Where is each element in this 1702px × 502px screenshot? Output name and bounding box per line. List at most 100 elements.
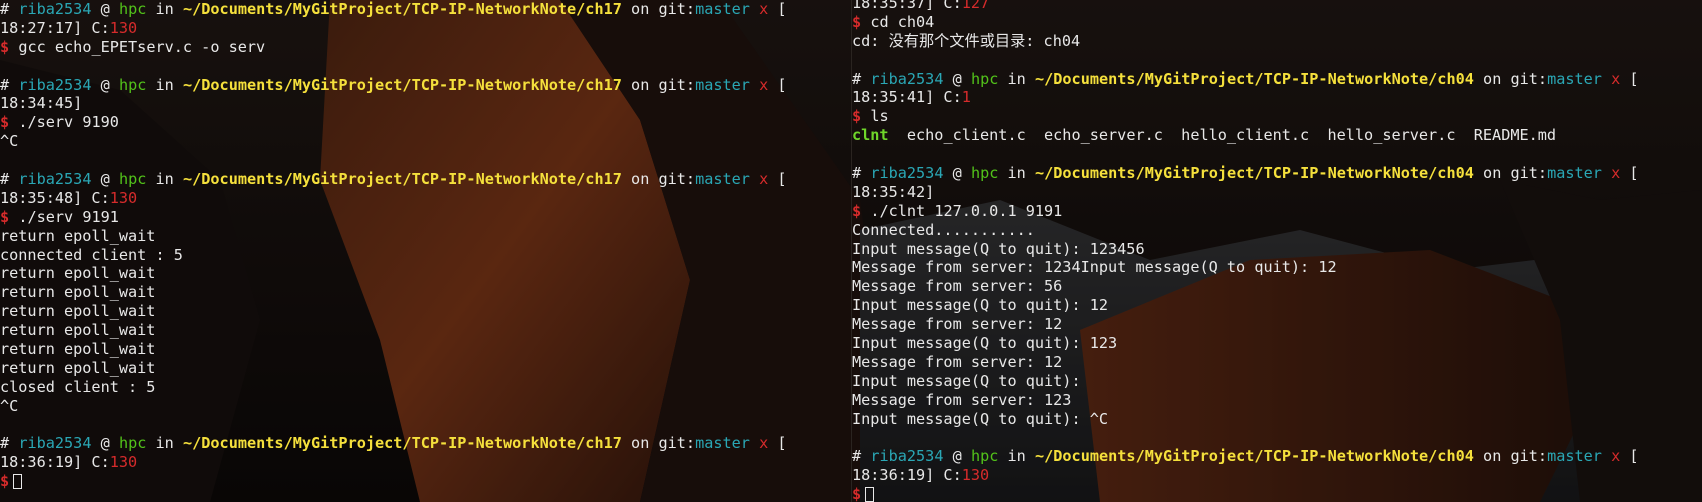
terminal-pane-right[interactable]: 18:35:37] C:127 $ cd ch04 cd: 没有那个文件或目录: c…	[852, 0, 1702, 502]
prompt-dirty-mark: x	[1611, 164, 1621, 183]
prompt-host: hpc	[118, 170, 147, 189]
prompt-in: in	[155, 434, 174, 453]
output-text: Input message(Q to quit): ^C	[852, 409, 1109, 428]
terminal-pane-left[interactable]: # riba2534 @ hpc in ~/Documents/MyGitPro…	[0, 0, 852, 502]
output-text: return epoll_wait	[0, 283, 156, 302]
command-text: ./serv 9191	[18, 207, 119, 226]
exit-code: 127	[961, 0, 990, 12]
command-line: $ gcc echo_EPETserv.c -o serv	[0, 38, 852, 57]
prompt-branch: master	[695, 0, 750, 18]
prompt-branch: master	[1547, 447, 1602, 466]
prompt-dollar: $	[852, 107, 862, 126]
output-line: Message from server: 1234Input message(Q…	[852, 258, 1702, 277]
output-text: ^C	[0, 132, 19, 151]
active-prompt-line: $	[852, 485, 1702, 502]
prompt-time: 18:36:19] C:	[852, 466, 962, 485]
prompt-time: 18:27:17] C:	[0, 18, 110, 37]
prompt-on: on git:	[1483, 69, 1548, 88]
prompt-time: 18:35:42]	[852, 182, 935, 201]
output-line: return epoll_wait	[0, 321, 852, 340]
output-line: ^C	[0, 132, 852, 151]
prompt-line: # riba2534 @ hpc in ~/Documents/MyGitPro…	[0, 434, 787, 453]
output-text: cd: 没有那个文件或目录: ch04	[852, 31, 1081, 50]
prompt-path: ~/Documents/MyGitProject/TCP-IP-NetworkN…	[182, 0, 622, 18]
output-line: return epoll_wait	[0, 302, 852, 321]
prompt-dollar: $	[0, 37, 10, 56]
prompt-branch: master	[1547, 164, 1602, 183]
prompt-path: ~/Documents/MyGitProject/TCP-IP-NetworkN…	[182, 170, 622, 189]
prompt-line: # riba2534 @ hpc in ~/Documents/MyGitPro…	[852, 69, 1639, 88]
command-line: $ ./serv 9190	[0, 113, 852, 132]
prompt-line: # riba2534 @ hpc in ~/Documents/MyGitPro…	[0, 170, 787, 189]
output-line: Input message(Q to quit): 12	[852, 296, 1702, 315]
output-text: Connected...........	[852, 220, 1035, 239]
prompt-line: # riba2534 @ hpc in ~/Documents/MyGitPro…	[0, 0, 787, 18]
prompt-in: in	[155, 75, 174, 94]
pane-divider[interactable]	[851, 0, 852, 502]
prompt-on: on git:	[1483, 164, 1548, 183]
prompt-time: 18:34:45]	[0, 94, 83, 113]
terminal-cursor[interactable]	[13, 474, 23, 490]
prompt-time: 18:36:19] C:	[0, 453, 110, 472]
prompt-time-line: 18:35:48] C:130	[0, 189, 852, 208]
executable-file: clnt	[852, 126, 889, 145]
prompt-time: 18:35:41] C:	[852, 88, 962, 107]
prompt-dirty-mark: x	[1611, 69, 1621, 88]
active-prompt-line: $	[0, 472, 852, 491]
prompt-host: hpc	[118, 434, 147, 453]
output-text: Message from server: 12	[852, 315, 1063, 334]
prompt-time-line: 18:35:37] C:127	[852, 0, 1702, 13]
prompt-dirty-mark: x	[759, 434, 769, 453]
prompt-host: hpc	[970, 69, 999, 88]
output-line: Message from server: 12	[852, 353, 1702, 372]
output-line: Connected...........	[852, 221, 1702, 240]
prompt-path: ~/Documents/MyGitProject/TCP-IP-NetworkN…	[182, 434, 622, 453]
prompt-at: @	[952, 447, 962, 466]
output-line: connected client : 5	[0, 246, 852, 265]
prompt-user: riba2534	[870, 69, 944, 88]
prompt-path: ~/Documents/MyGitProject/TCP-IP-NetworkN…	[182, 75, 622, 94]
prompt-dollar: $	[0, 472, 10, 491]
prompt-branch: master	[695, 170, 750, 189]
prompt-hash: #	[0, 0, 10, 18]
prompt-line: # riba2534 @ hpc in ~/Documents/MyGitPro…	[0, 75, 787, 94]
prompt-dollar: $	[852, 485, 862, 502]
terminal-cursor[interactable]	[865, 487, 875, 502]
prompt-hash: #	[852, 69, 862, 88]
prompt-dollar: $	[852, 201, 862, 220]
output-text: return epoll_wait	[0, 264, 156, 283]
output-text: ^C	[0, 396, 19, 415]
output-line: return epoll_wait	[0, 283, 852, 302]
prompt-on: on git:	[631, 0, 696, 18]
output-line: Input message(Q to quit):	[852, 372, 1702, 391]
output-text: return epoll_wait	[0, 358, 156, 377]
prompt-user: riba2534	[18, 434, 92, 453]
prompt-time-line: 18:35:41] C:1	[852, 88, 1702, 107]
output-line: cd: 没有那个文件或目录: ch04	[852, 32, 1702, 51]
prompt-at: @	[952, 164, 962, 183]
command-line: $ ./clnt 127.0.0.1 9191	[852, 202, 1702, 221]
output-text: Input message(Q to quit): 123	[852, 334, 1118, 353]
prompt-user: riba2534	[870, 447, 944, 466]
output-text: Message from server: 56	[852, 277, 1063, 296]
output-text: Message from server: 12	[852, 352, 1063, 371]
prompt-hash: #	[852, 164, 862, 183]
prompt-dirty-mark: x	[759, 75, 769, 94]
prompt-at: @	[100, 75, 110, 94]
prompt-at: @	[100, 170, 110, 189]
output-line: Input message(Q to quit): 123	[852, 334, 1702, 353]
ls-files: echo_client.c echo_server.c hello_client…	[888, 126, 1557, 145]
output-text: return epoll_wait	[0, 340, 156, 359]
prompt-at: @	[100, 0, 110, 18]
prompt-dirty-mark: x	[1611, 447, 1621, 466]
output-text: Input message(Q to quit):	[852, 371, 1081, 390]
exit-code: 130	[109, 188, 138, 207]
command-line: $ ls	[852, 107, 1702, 126]
prompt-in: in	[1007, 164, 1026, 183]
output-text: connected client : 5	[0, 245, 183, 264]
command-line: $ cd ch04	[852, 13, 1702, 32]
prompt-in: in	[155, 170, 174, 189]
prompt-branch: master	[695, 75, 750, 94]
